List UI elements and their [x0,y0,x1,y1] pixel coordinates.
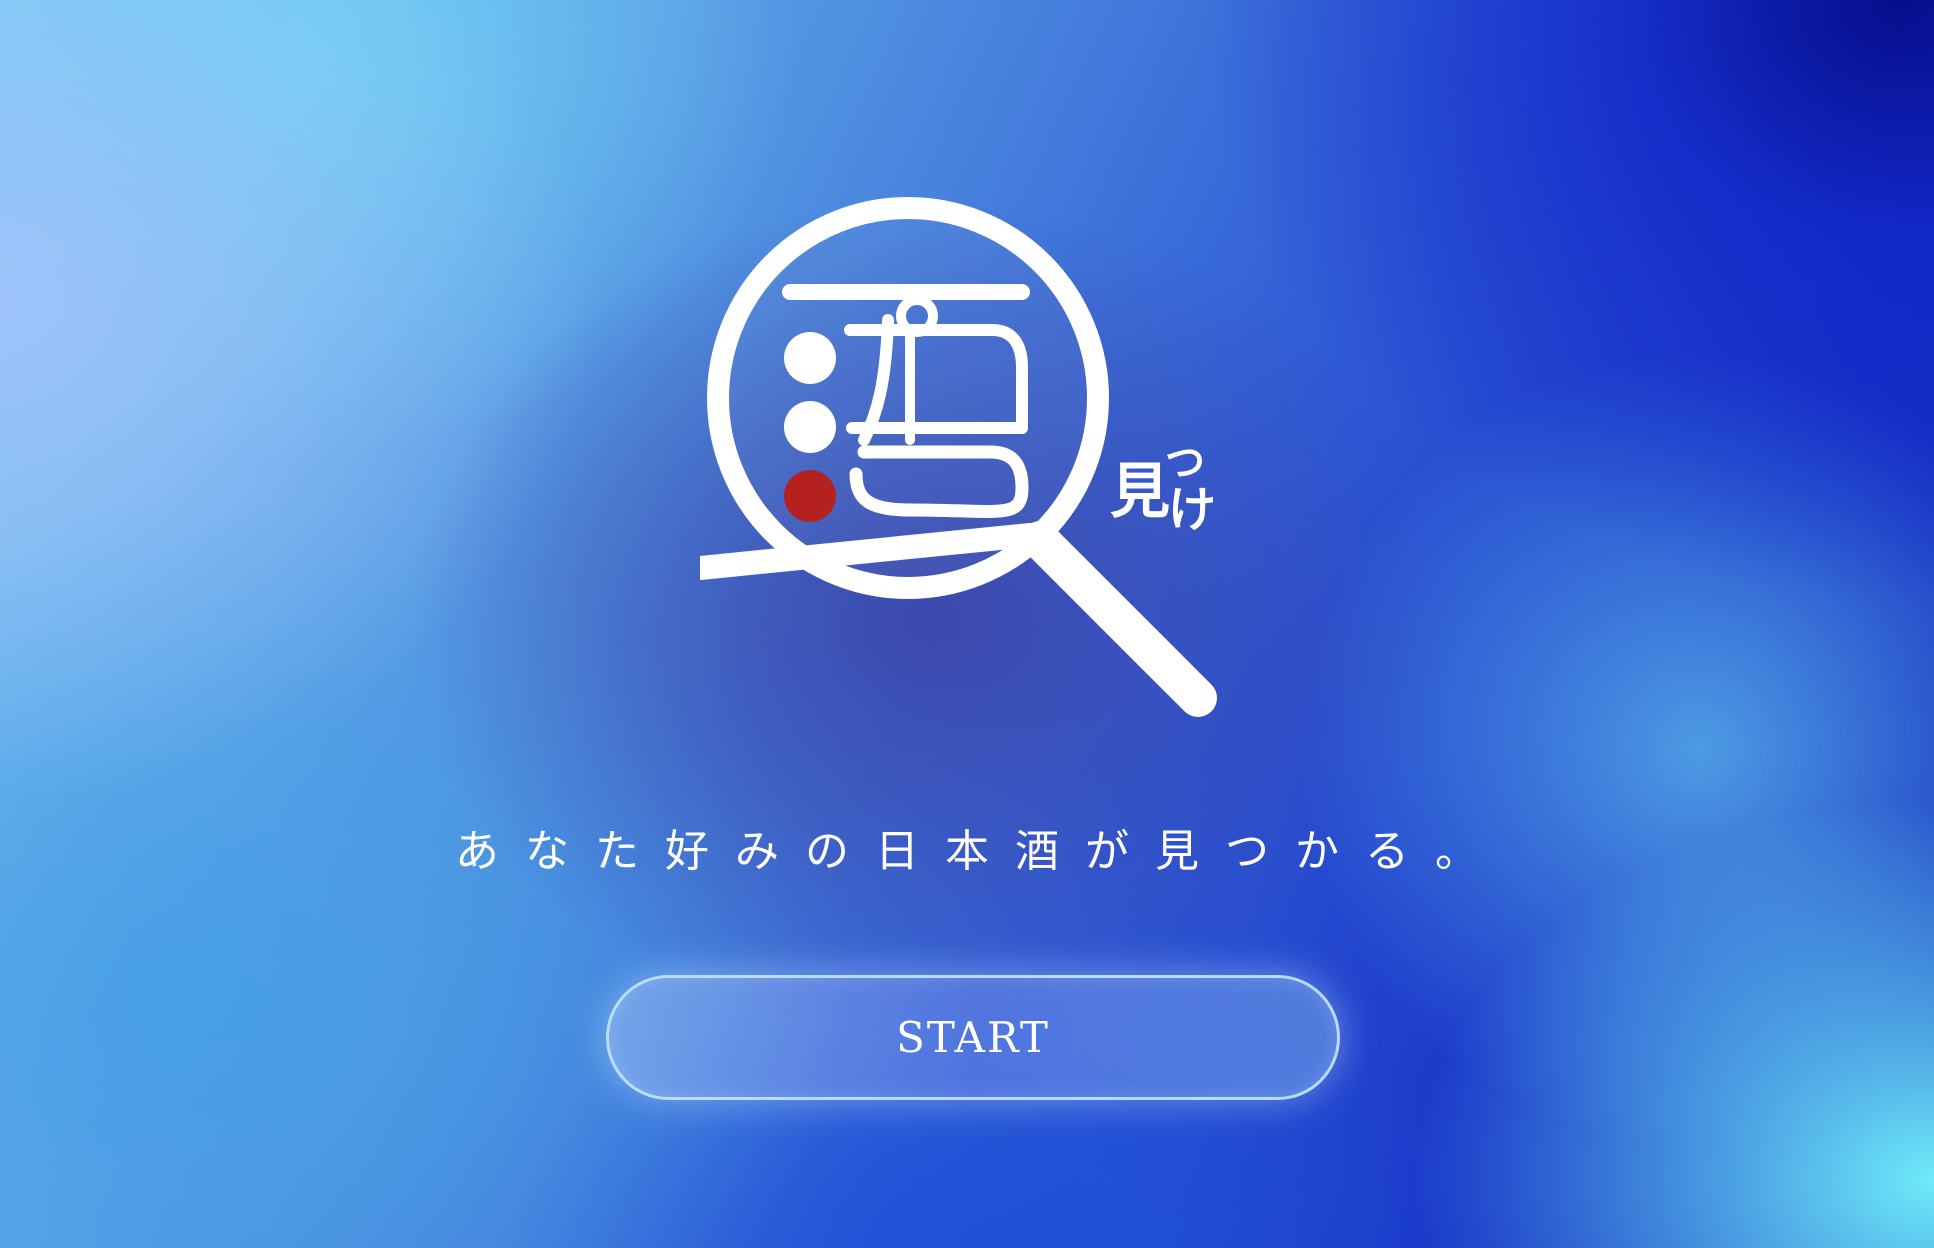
magnifying-glass-icon: 見 つ け [700,197,1217,717]
kanji-dot-1 [784,332,836,384]
logo-subtitle-mi: 見 [1110,457,1170,527]
logo-subtitle-tsu: つ [1165,440,1205,486]
start-button[interactable]: START [606,975,1340,1100]
kanji-dot-accent [784,470,836,522]
tagline: あなた好みの日本酒が見つかる。 [455,826,1505,877]
app-logo: 見 つ け [700,190,1260,750]
start-button-label: START [896,1013,1050,1062]
kanji-dot-2 [784,401,836,453]
logo-subtitle-ke: け [1168,482,1216,538]
